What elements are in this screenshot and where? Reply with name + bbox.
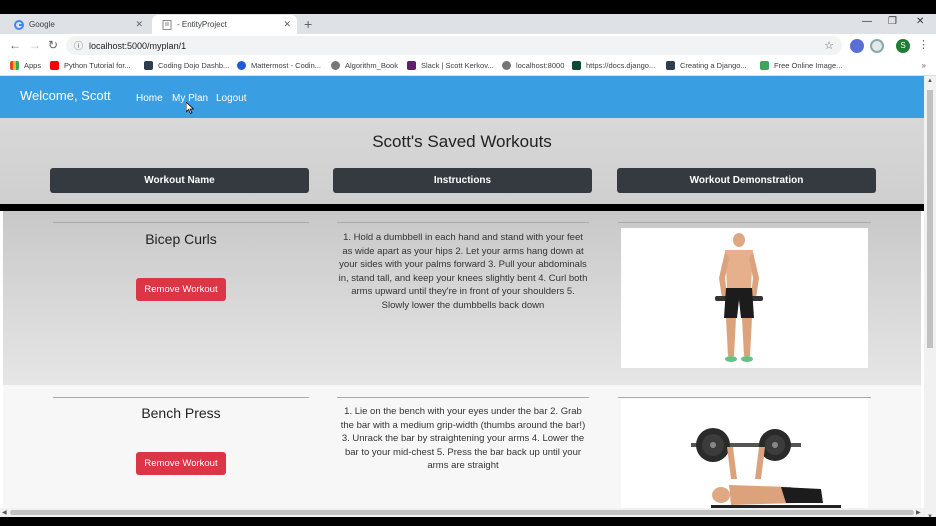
scroll-up-icon[interactable]: ▲ — [927, 78, 933, 84]
column-header-demonstration: Workout Demonstration — [617, 168, 876, 193]
scroll-down-icon[interactable]: ▼ — [927, 514, 933, 517]
bookmark-item[interactable]: Free Online Image... — [760, 61, 842, 70]
vertical-scroll-thumb[interactable] — [927, 90, 933, 348]
globe-icon — [331, 61, 340, 70]
bicep-curl-figure-icon — [715, 233, 763, 362]
workout-list: Bicep Curls Remove Workout 1. Hold a dum… — [3, 211, 921, 508]
page-header: Scott's Saved Workouts Workout Name Inst… — [0, 118, 924, 204]
remove-workout-button[interactable]: Remove Workout — [136, 278, 226, 301]
page-favicon-icon — [162, 19, 172, 30]
row-rule — [618, 397, 871, 398]
bookmark-item[interactable]: localhost:8000 — [502, 61, 564, 70]
workout-name: Bench Press — [141, 405, 221, 421]
site-info-icon[interactable]: ⓘ — [74, 39, 83, 52]
slack-icon — [407, 61, 416, 70]
nav-link-logout[interactable]: Logout — [216, 93, 247, 104]
image-icon — [760, 61, 769, 70]
back-icon[interactable]: ← — [9, 38, 21, 52]
row-rule — [337, 222, 589, 223]
bookmark-item[interactable]: Slack | Scott Kerkov... — [407, 61, 494, 70]
maximize-icon[interactable]: ❐ — [888, 16, 897, 27]
url-text: localhost:5000/myplan/1 — [89, 40, 187, 51]
address-bar[interactable]: ⓘ localhost:5000/myplan/1 ☆ — [66, 36, 842, 55]
django-icon — [572, 61, 581, 70]
reload-icon[interactable]: ↻ — [48, 38, 58, 52]
tab-title: - EntityProject — [177, 20, 227, 29]
scroll-right-icon[interactable]: ▶ — [916, 509, 921, 516]
row-rule — [53, 222, 309, 223]
column-header-workout-name: Workout Name — [50, 168, 309, 193]
bookmark-item[interactable]: Creating a Django... — [666, 61, 747, 70]
browser-menu-icon[interactable]: ⋮ — [918, 38, 929, 51]
column-header-instructions: Instructions — [333, 168, 592, 193]
browser-toolbar: ← → ↻ ⓘ localhost:5000/myplan/1 ☆ S ⋮ — [0, 34, 936, 58]
section-divider — [0, 204, 924, 211]
close-tab-icon[interactable]: ✕ — [135, 19, 143, 30]
close-tab-icon[interactable]: ✕ — [283, 19, 291, 30]
forward-icon[interactable]: → — [29, 38, 41, 52]
horizontal-scroll-thumb[interactable] — [10, 510, 914, 515]
workout-row: Bicep Curls Remove Workout 1. Hold a dum… — [3, 211, 921, 385]
vertical-scrollbar[interactable]: ▲ ▼ — [924, 76, 936, 517]
scroll-left-icon[interactable]: ◀ — [2, 509, 7, 516]
mattermost-icon — [237, 61, 246, 70]
tab-title: Google — [29, 20, 55, 29]
minimize-icon[interactable]: — — [862, 16, 872, 27]
avatar[interactable]: S — [896, 39, 910, 53]
site-navbar: Welcome, Scott Home My Plan Logout — [0, 76, 924, 118]
extension-icon[interactable] — [850, 39, 864, 53]
coding-dojo-icon — [144, 61, 153, 70]
extension-icon[interactable] — [870, 39, 884, 53]
bookmark-star-icon[interactable]: ☆ — [824, 39, 834, 52]
workout-instructions: 1. Hold a dumbbell in each hand and stan… — [338, 232, 588, 311]
bookmark-item[interactable]: Algorithm_Book — [331, 61, 398, 70]
google-favicon-icon — [14, 19, 24, 30]
bookmark-item[interactable]: https://docs.django... — [572, 61, 655, 70]
browser-window: Google ✕ - EntityProject ✕ + — ❐ ✕ ← → ↻… — [0, 14, 936, 517]
tab-google[interactable]: Google ✕ — [4, 15, 149, 34]
close-window-icon[interactable]: ✕ — [916, 16, 924, 27]
page-viewport: Welcome, Scott Home My Plan Logout Scott… — [0, 76, 924, 508]
bench-press-figure-icon — [691, 428, 841, 508]
nav-link-home[interactable]: Home — [136, 93, 163, 104]
page-title: Scott's Saved Workouts — [372, 132, 552, 151]
coding-dojo-icon — [666, 61, 675, 70]
bookmarks-overflow-icon[interactable]: » — [922, 61, 926, 70]
bookmark-item[interactable]: Mattermost - Codin... — [237, 61, 321, 70]
row-rule — [337, 397, 589, 398]
bookmark-item[interactable]: Coding Dojo Dashb... — [144, 61, 229, 70]
globe-icon — [502, 61, 511, 70]
bookmark-item[interactable]: Python Tutorial for... — [50, 61, 131, 70]
apps-grid-icon — [10, 61, 19, 70]
bookmark-item[interactable]: Apps — [10, 61, 41, 70]
workout-demo-image — [621, 399, 868, 508]
bookmarks-bar: Apps Python Tutorial for... Coding Dojo … — [0, 58, 936, 76]
workout-row: Bench Press Remove Workout 1. Lie on the… — [3, 385, 921, 508]
workout-demo-image — [621, 228, 868, 368]
remove-workout-button[interactable]: Remove Workout — [136, 452, 226, 475]
row-rule — [618, 222, 871, 223]
new-tab-icon[interactable]: + — [304, 16, 312, 32]
tab-entityproject[interactable]: - EntityProject ✕ — [152, 15, 297, 34]
horizontal-scrollbar[interactable]: ◀ ▶ — [0, 508, 924, 517]
youtube-icon — [50, 61, 59, 70]
workout-name: Bicep Curls — [145, 231, 217, 247]
row-rule — [53, 397, 309, 398]
mouse-pointer-icon — [185, 101, 195, 117]
welcome-text: Welcome, Scott — [20, 88, 111, 103]
tab-strip: Google ✕ - EntityProject ✕ + — ❐ ✕ — [0, 14, 936, 34]
workout-instructions: 1. Lie on the bench with your eyes under… — [340, 406, 586, 472]
